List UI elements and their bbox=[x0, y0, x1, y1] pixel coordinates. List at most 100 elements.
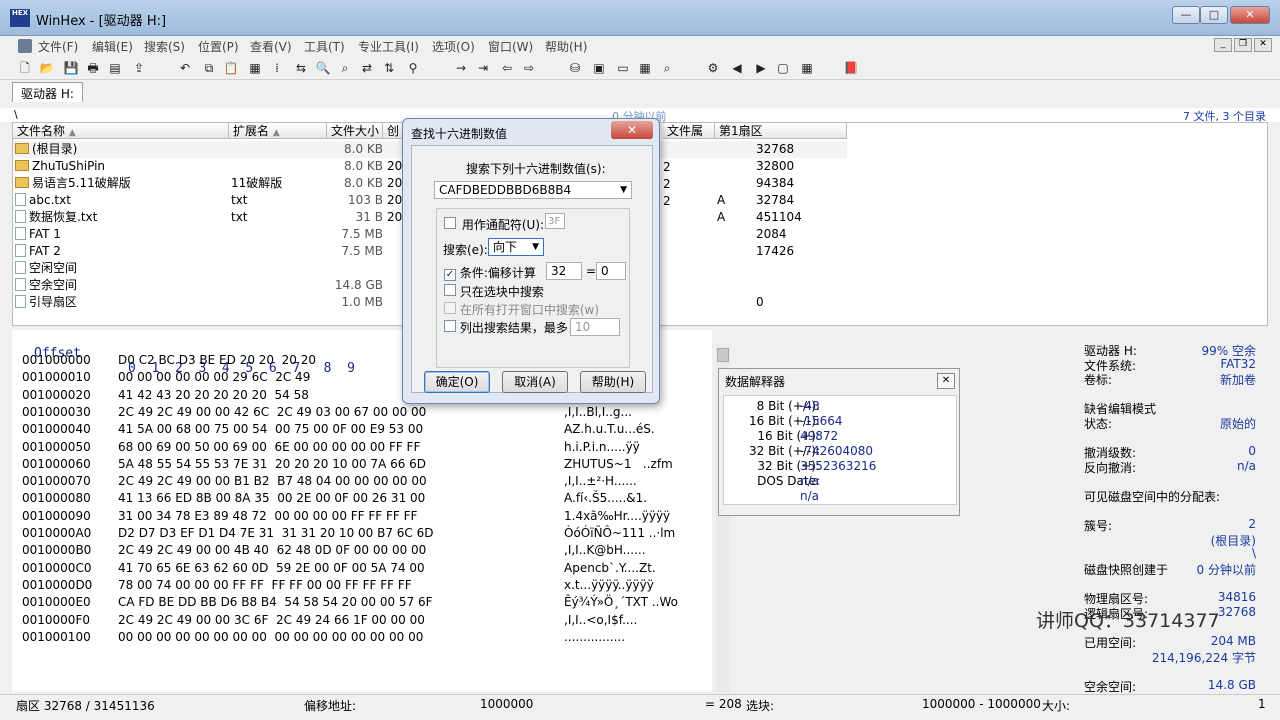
hex-bytes[interactable]: 5A 48 55 54 55 53 7E 31 20 20 20 10 00 7… bbox=[118, 456, 426, 473]
help-button[interactable]: 帮助(H) bbox=[580, 371, 646, 393]
hex-ascii[interactable]: 1.4xã‰Hr....ÿÿÿÿ bbox=[564, 508, 670, 525]
clipboard-icon[interactable]: ▦ bbox=[246, 59, 264, 77]
wildcard-input[interactable]: 3F bbox=[545, 213, 565, 229]
properties-icon[interactable]: ▤ bbox=[106, 59, 124, 77]
condition-value-input[interactable]: 0 bbox=[596, 262, 626, 280]
col-header-name[interactable]: 文件名称 ▲ bbox=[13, 123, 229, 139]
list-results-checkbox[interactable] bbox=[444, 320, 456, 332]
hex-bytes[interactable]: 2C 49 2C 49 00 00 4B 40 62 48 0D 0F 00 0… bbox=[118, 542, 426, 559]
replace-icon[interactable]: ⇄ bbox=[358, 59, 376, 77]
hex-row[interactable]: 0010000A0 D2 D7 D3 EF D1 D4 7E 31 31 31 2… bbox=[12, 525, 712, 542]
table-icon[interactable]: ▦ bbox=[798, 59, 816, 77]
ok-button[interactable]: 确定(O) bbox=[424, 371, 490, 393]
hex-row[interactable]: 0010000F0 2C 49 2C 49 00 00 3C 6F 2C 49 2… bbox=[12, 612, 712, 629]
menu-item-2[interactable]: 搜索(S) bbox=[144, 38, 185, 55]
hex-row[interactable]: 001000060 5A 48 55 54 55 53 7E 31 20 20 2… bbox=[12, 456, 712, 473]
forward-icon[interactable]: ⇨ bbox=[520, 59, 538, 77]
hex-bytes[interactable]: 41 5A 00 68 00 75 00 54 00 75 00 0F 00 E… bbox=[118, 421, 423, 438]
hex-bytes[interactable]: CA FD BE DD BB D6 B8 B4 54 58 54 20 00 0… bbox=[118, 594, 433, 611]
hex-ascii[interactable]: ,I,I..<o,I$f.... bbox=[564, 612, 637, 629]
hex-ascii[interactable]: x.t...ÿÿÿÿ..ÿÿÿÿ bbox=[564, 577, 654, 594]
disk-icon[interactable]: ▣ bbox=[590, 59, 608, 77]
mdi-restore-button[interactable]: ❐ bbox=[1234, 38, 1252, 52]
hex-bytes[interactable]: 41 70 65 6E 63 62 60 0D 59 2E 00 0F 00 5… bbox=[118, 560, 425, 577]
winhex-app-icon[interactable]: HEX bbox=[10, 9, 30, 27]
close-window-button[interactable]: ✕ bbox=[1230, 6, 1270, 24]
folder-icon[interactable]: ▢ bbox=[774, 59, 792, 77]
settings-icon[interactable]: ⚙ bbox=[704, 59, 722, 77]
condition-modulo-input[interactable]: 32 bbox=[546, 262, 582, 280]
hex-row[interactable]: 001000080 41 13 66 ED 8B 00 8A 35 00 2E 0… bbox=[12, 490, 712, 507]
hex-ascii[interactable]: h.i.P.i.n.....ÿÿ bbox=[564, 439, 640, 456]
hex-bytes[interactable]: 31 00 34 78 E3 89 48 72 00 00 00 00 FF F… bbox=[118, 508, 417, 525]
hex-row[interactable]: 001000090 31 00 34 78 E3 89 48 72 00 00 0… bbox=[12, 508, 712, 525]
mdi-minimize-button[interactable]: _ bbox=[1214, 38, 1232, 52]
print-icon[interactable]: 🖶 bbox=[84, 59, 102, 77]
menu-item-7[interactable]: 选项(O) bbox=[432, 38, 475, 55]
compare-icon[interactable]: ⇆ bbox=[292, 59, 310, 77]
cancel-button[interactable]: 取消(A) bbox=[502, 371, 568, 393]
hex-ascii[interactable]: ................ bbox=[564, 629, 625, 646]
direction-select[interactable]: 向下 ▼ bbox=[488, 238, 544, 256]
menu-item-1[interactable]: 编辑(E) bbox=[92, 38, 133, 55]
hex-ascii[interactable]: A.fí‹.Š5.....&1. bbox=[564, 490, 647, 507]
block-only-checkbox[interactable] bbox=[444, 284, 456, 296]
mdi-close-button[interactable]: ✕ bbox=[1254, 38, 1272, 52]
open-icon[interactable]: 📂 bbox=[38, 59, 56, 77]
menu-item-8[interactable]: 窗口(W) bbox=[488, 38, 533, 55]
save-icon[interactable]: 💾 bbox=[62, 59, 80, 77]
col-header-size[interactable]: 文件大小 bbox=[327, 123, 383, 139]
export-icon[interactable]: ⇪ bbox=[130, 59, 148, 77]
book-icon[interactable]: 📕 bbox=[842, 59, 860, 77]
find-text-icon[interactable]: 🔍 bbox=[314, 59, 332, 77]
minimize-button[interactable]: — bbox=[1172, 6, 1200, 24]
interpreter-close-button[interactable]: ✕ bbox=[937, 373, 955, 389]
hex-row[interactable]: 001000040 41 5A 00 68 00 75 00 54 00 75 0… bbox=[12, 421, 712, 438]
col-header-attr[interactable]: 文件属 bbox=[663, 123, 715, 139]
replace-hex-icon[interactable]: ⇅ bbox=[380, 59, 398, 77]
menu-item-9[interactable]: 帮助(H) bbox=[545, 38, 587, 55]
hex-bytes[interactable]: 78 00 74 00 00 00 FF FF FF FF 00 00 FF F… bbox=[118, 577, 412, 594]
new-file-icon[interactable]: 🗋 bbox=[16, 59, 34, 77]
hex-ascii[interactable]: Apencb`.Y....Zt. bbox=[564, 560, 656, 577]
ram-icon[interactable]: ▭ bbox=[614, 59, 632, 77]
undo-icon[interactable]: ↶ bbox=[176, 59, 194, 77]
hex-bytes[interactable]: 00 00 00 00 00 00 00 00 00 00 00 00 00 0… bbox=[118, 629, 423, 646]
calculator-icon[interactable]: ▦ bbox=[636, 59, 654, 77]
hex-bytes[interactable]: 2C 49 2C 49 00 00 3C 6F 2C 49 24 66 1F 0… bbox=[118, 612, 425, 629]
copy-icon[interactable]: ⧉ bbox=[200, 59, 218, 77]
search-hex-input[interactable]: CAFDBEDDBBD6B8B4 ▼ bbox=[434, 181, 632, 199]
col-header-first-sector[interactable]: 第1扇区 bbox=[715, 123, 847, 139]
document-icon[interactable] bbox=[18, 39, 32, 53]
next-icon[interactable]: ▶ bbox=[752, 59, 770, 77]
goto-offset-icon[interactable]: → bbox=[452, 59, 470, 77]
maximize-button[interactable]: □ bbox=[1200, 6, 1228, 24]
menu-item-3[interactable]: 位置(P) bbox=[198, 38, 239, 55]
binary-icon[interactable]: ⁞ bbox=[268, 59, 286, 77]
hex-ascii[interactable]: ,I,I..±²·H...... bbox=[564, 473, 637, 490]
hex-bytes[interactable]: 2C 49 2C 49 00 00 B1 B2 B7 48 04 00 00 0… bbox=[118, 473, 427, 490]
hex-row[interactable]: 0010000C0 41 70 65 6E 63 62 60 0D 59 2E 0… bbox=[12, 560, 712, 577]
hex-row[interactable]: 001000100 00 00 00 00 00 00 00 00 00 00 0… bbox=[12, 629, 712, 646]
hex-bytes[interactable]: 41 42 43 20 20 20 20 20 54 58 bbox=[118, 387, 309, 404]
condition-checkbox[interactable]: ✓ bbox=[444, 269, 456, 281]
menu-item-0[interactable]: 文件(F) bbox=[38, 38, 78, 55]
all-windows-checkbox[interactable] bbox=[444, 302, 456, 314]
menu-item-4[interactable]: 查看(V) bbox=[250, 38, 292, 55]
hex-row[interactable]: 001000050 68 00 69 00 50 00 69 00 6E 00 0… bbox=[12, 439, 712, 456]
hex-bytes[interactable]: D0 C2 BC D3 BE ED 20 20 20 20 bbox=[118, 352, 316, 369]
hex-row[interactable]: 001000030 2C 49 2C 49 00 00 42 6C 2C 49 0… bbox=[12, 404, 712, 421]
dialog-close-button[interactable]: ✕ bbox=[611, 121, 653, 139]
hex-ascii[interactable]: ,I,I..K@bH...... bbox=[564, 542, 646, 559]
scroll-thumb[interactable] bbox=[717, 348, 729, 362]
hex-ascii[interactable]: ,I,I..Bl,I..g... bbox=[564, 404, 632, 421]
hex-row[interactable]: 0010000B0 2C 49 2C 49 00 00 4B 40 62 48 0… bbox=[12, 542, 712, 559]
drive-icon[interactable]: ⛁ bbox=[566, 59, 584, 77]
prev-icon[interactable]: ◀ bbox=[728, 59, 746, 77]
dropdown-arrow-icon[interactable]: ▼ bbox=[620, 182, 627, 198]
hex-row[interactable]: 0010000D0 78 00 74 00 00 00 FF FF FF FF 0… bbox=[12, 577, 712, 594]
hex-ascii[interactable]: ZHUTUS~1 ..zfm bbox=[564, 456, 673, 473]
hex-row[interactable]: 001000070 2C 49 2C 49 00 00 B1 B2 B7 48 0… bbox=[12, 473, 712, 490]
hex-bytes[interactable]: 68 00 69 00 50 00 69 00 6E 00 00 00 00 0… bbox=[118, 439, 420, 456]
goto-sector-icon[interactable]: ⇥ bbox=[474, 59, 492, 77]
